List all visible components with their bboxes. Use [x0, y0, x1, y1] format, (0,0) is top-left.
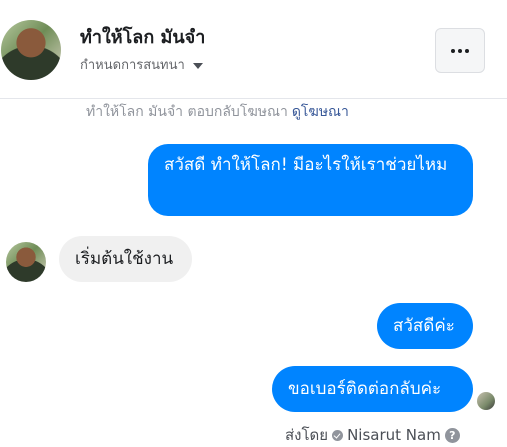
verified-check-icon: [332, 429, 344, 441]
ad-reply-text: ทำให้โลก มันจำ ตอบกลับโฆษณา: [86, 104, 288, 120]
conversation-settings-label: กำหนดการสนทนา: [80, 58, 185, 73]
view-ad-link[interactable]: ดูโฆษณา: [292, 104, 349, 120]
message-bubble-outgoing: สวัสดีค่ะ: [377, 303, 473, 349]
page-avatar[interactable]: [1, 20, 61, 80]
more-icon: [451, 48, 469, 53]
sender-name: Nisarut Nam: [347, 426, 441, 444]
message-bubble-outgoing: สวัสดี ทำให้โลก! มีอะไรให้เราช่วยไหม: [148, 144, 473, 216]
message-bubble-outgoing: ขอเบอร์ติดต่อกลับค่ะ: [272, 366, 473, 412]
message-bubble-incoming: เริ่มต้นใช้งาน: [59, 236, 192, 282]
conversation-settings-dropdown[interactable]: กำหนดการสนทนา: [80, 54, 203, 75]
sender-avatar: [6, 242, 46, 282]
conversation-header: ทำให้โลก มันจำ กำหนดการสนทนา: [0, 0, 507, 99]
page-name[interactable]: ทำให้โลก มันจำ: [80, 22, 205, 51]
help-icon[interactable]: ?: [444, 427, 460, 443]
chevron-down-icon: [192, 62, 203, 69]
sent-by-line: ส่งโดย Nisarut Nam ?: [285, 423, 460, 447]
ad-reply-notice: ทำให้โลก มันจำ ตอบกลับโฆษณา ดูโฆษณา: [86, 101, 349, 123]
sent-by-label: ส่งโดย: [285, 426, 329, 444]
read-receipt-avatar: [477, 392, 495, 410]
more-options-button[interactable]: [435, 28, 485, 73]
